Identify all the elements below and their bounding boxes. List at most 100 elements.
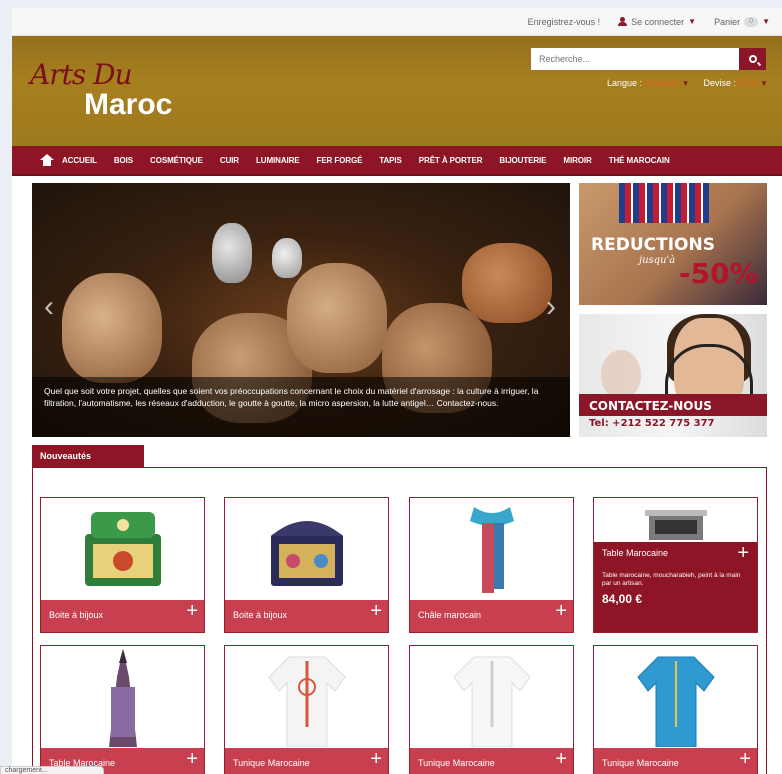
product-image: [410, 498, 573, 600]
nav-item-cuir[interactable]: Cuir: [220, 156, 239, 165]
slider-prev-arrow[interactable]: ‹: [40, 292, 58, 322]
nav-item-accueil[interactable]: Accueil: [62, 156, 97, 165]
background-person-image: [601, 350, 641, 400]
product-name: Boite à bijoux: [233, 610, 288, 620]
product-overlay: Table Marocaine + Table marocaine, mouch…: [594, 542, 757, 632]
nav-item-the-marocain[interactable]: Thé marocain: [609, 156, 670, 165]
search-icon: [748, 55, 757, 63]
plus-icon[interactable]: +: [370, 749, 382, 769]
product-card[interactable]: Boite à bijoux +: [224, 497, 389, 633]
locale-selectors: Langue : Français ▼ Devise : EUR ▼: [607, 78, 768, 88]
product-bar: Tunique Marocaine +: [410, 748, 573, 774]
language-label: Langue :: [607, 78, 643, 88]
product-image: [410, 646, 573, 748]
currency-label: Devise :: [703, 78, 737, 88]
register-label: Enregistrez-vous !: [527, 16, 601, 27]
nav-item-pret-a-porter[interactable]: Prêt à porter: [419, 156, 483, 165]
browser-status-bar: chargement...: [0, 766, 104, 774]
promo-reductions-title: REDUCTIONS: [591, 235, 715, 255]
nav-item-fer-forge[interactable]: Fer forgé: [317, 156, 363, 165]
product-image: [41, 646, 204, 748]
promo-contact-title: CONTACTEZ-NOUS: [589, 399, 712, 413]
product-image: [594, 646, 757, 748]
product-name: Tunique Marocaine: [233, 758, 310, 768]
nav-item-bois[interactable]: Bois: [114, 156, 133, 165]
pottery-image: [462, 243, 552, 323]
nav-item-bijouterie[interactable]: Bijouterie: [499, 156, 546, 165]
product-card-featured[interactable]: Table Marocaine + Table marocaine, mouch…: [593, 497, 758, 633]
nav-item-luminaire[interactable]: Luminaire: [256, 156, 300, 165]
site-header: Arts Du Maroc Langue : Français ▼ Devise…: [12, 36, 782, 146]
promo-contact-banner[interactable]: CONTACTEZ-NOUS Tel: +212 522 775 377: [579, 314, 767, 437]
product-bar: Boite à bijoux +: [225, 600, 388, 632]
search-input[interactable]: [531, 48, 739, 70]
pottery-image: [272, 238, 302, 278]
nav-item-tapis[interactable]: Tapis: [379, 156, 402, 165]
logo-main-text[interactable]: Maroc: [84, 88, 172, 122]
home-icon[interactable]: [40, 154, 54, 166]
plus-icon[interactable]: +: [737, 543, 749, 563]
plus-icon[interactable]: +: [555, 749, 567, 769]
textile-image: [619, 183, 709, 223]
promo-reductions-banner[interactable]: REDUCTIONS jusqu'à -50%: [579, 183, 767, 305]
logo-script-text[interactable]: Arts Du: [30, 58, 133, 91]
product-card[interactable]: Table Marocaine +: [40, 645, 205, 774]
language-value: Français: [644, 78, 680, 88]
product-image: [225, 646, 388, 748]
product-card[interactable]: Châle marocain +: [409, 497, 574, 633]
product-card[interactable]: Tunique Marocaine +: [409, 645, 574, 774]
product-name: Tunique Marocaine: [602, 758, 679, 768]
product-price: 84,00 €: [602, 592, 643, 606]
product-name: Table Marocaine: [602, 548, 669, 558]
product-description: Table marocaine, moucharabieh, peint à l…: [602, 572, 741, 587]
product-image: [41, 498, 204, 600]
chevron-down-icon: ▼: [681, 79, 690, 88]
currency-selector[interactable]: Devise : EUR ▼: [704, 78, 768, 88]
cart-menu[interactable]: Panier 0 ▼: [714, 16, 770, 27]
chevron-down-icon: ▼: [688, 17, 697, 26]
plus-icon[interactable]: +: [186, 749, 198, 769]
main-nav: Accueil Bois Cosmétique Cuir Luminaire F…: [12, 146, 782, 176]
cart-label: Panier: [714, 16, 741, 27]
hero-slider[interactable]: ‹ › Quel que soit votre projet, quelles …: [32, 183, 570, 437]
user-icon: [618, 17, 628, 26]
product-card[interactable]: Tunique Marocaine +: [224, 645, 389, 774]
language-selector[interactable]: Langue : Français ▼: [607, 78, 690, 88]
product-image: [594, 498, 757, 542]
product-card[interactable]: Boite à bijoux +: [40, 497, 205, 633]
products-grid: Boite à bijoux + Boite à bijoux + Châle ma…: [32, 467, 767, 774]
product-bar: Châle marocain +: [410, 600, 573, 632]
currency-value: EUR: [738, 78, 758, 88]
product-name: Boite à bijoux: [49, 610, 104, 620]
product-bar: Boite à bijoux +: [41, 600, 204, 632]
plus-icon[interactable]: +: [186, 601, 198, 621]
promo-contact-phone: Tel: +212 522 775 377: [589, 418, 715, 429]
slider-next-arrow[interactable]: ›: [542, 292, 560, 322]
product-bar: Tunique Marocaine +: [225, 748, 388, 774]
plus-icon[interactable]: +: [555, 601, 567, 621]
product-image: [225, 498, 388, 600]
login-label: Se connecter: [631, 16, 685, 27]
pottery-image: [62, 273, 162, 383]
tab-nouveautes[interactable]: Nouveautés: [32, 445, 144, 467]
nav-item-cosmetique[interactable]: Cosmétique: [150, 156, 203, 165]
chevron-down-icon: ▼: [760, 79, 768, 88]
register-link[interactable]: Enregistrez-vous !: [528, 17, 601, 27]
promo-percent-text: -50%: [679, 257, 758, 290]
login-menu[interactable]: Se connecter ▼: [618, 17, 696, 27]
nav-item-miroir[interactable]: Miroir: [563, 156, 591, 165]
product-card[interactable]: Tunique Marocaine +: [593, 645, 758, 774]
chevron-down-icon: ▼: [762, 17, 770, 26]
slider-caption: Quel que soit votre projet, quelles que …: [32, 377, 570, 437]
pottery-image: [287, 263, 387, 373]
product-name: Tunique Marocaine: [418, 758, 495, 768]
top-bar: Enregistrez-vous ! Se connecter ▼ Panier…: [12, 8, 782, 36]
product-name: Châle marocain: [418, 610, 482, 620]
promo-jusqua-text: jusqu'à: [639, 255, 676, 266]
search-button[interactable]: [739, 48, 766, 70]
product-bar: Tunique Marocaine +: [594, 748, 757, 774]
plus-icon[interactable]: +: [370, 601, 382, 621]
cart-count-badge: 0: [744, 16, 759, 27]
plus-icon[interactable]: +: [739, 749, 751, 769]
pottery-image: [212, 223, 252, 283]
